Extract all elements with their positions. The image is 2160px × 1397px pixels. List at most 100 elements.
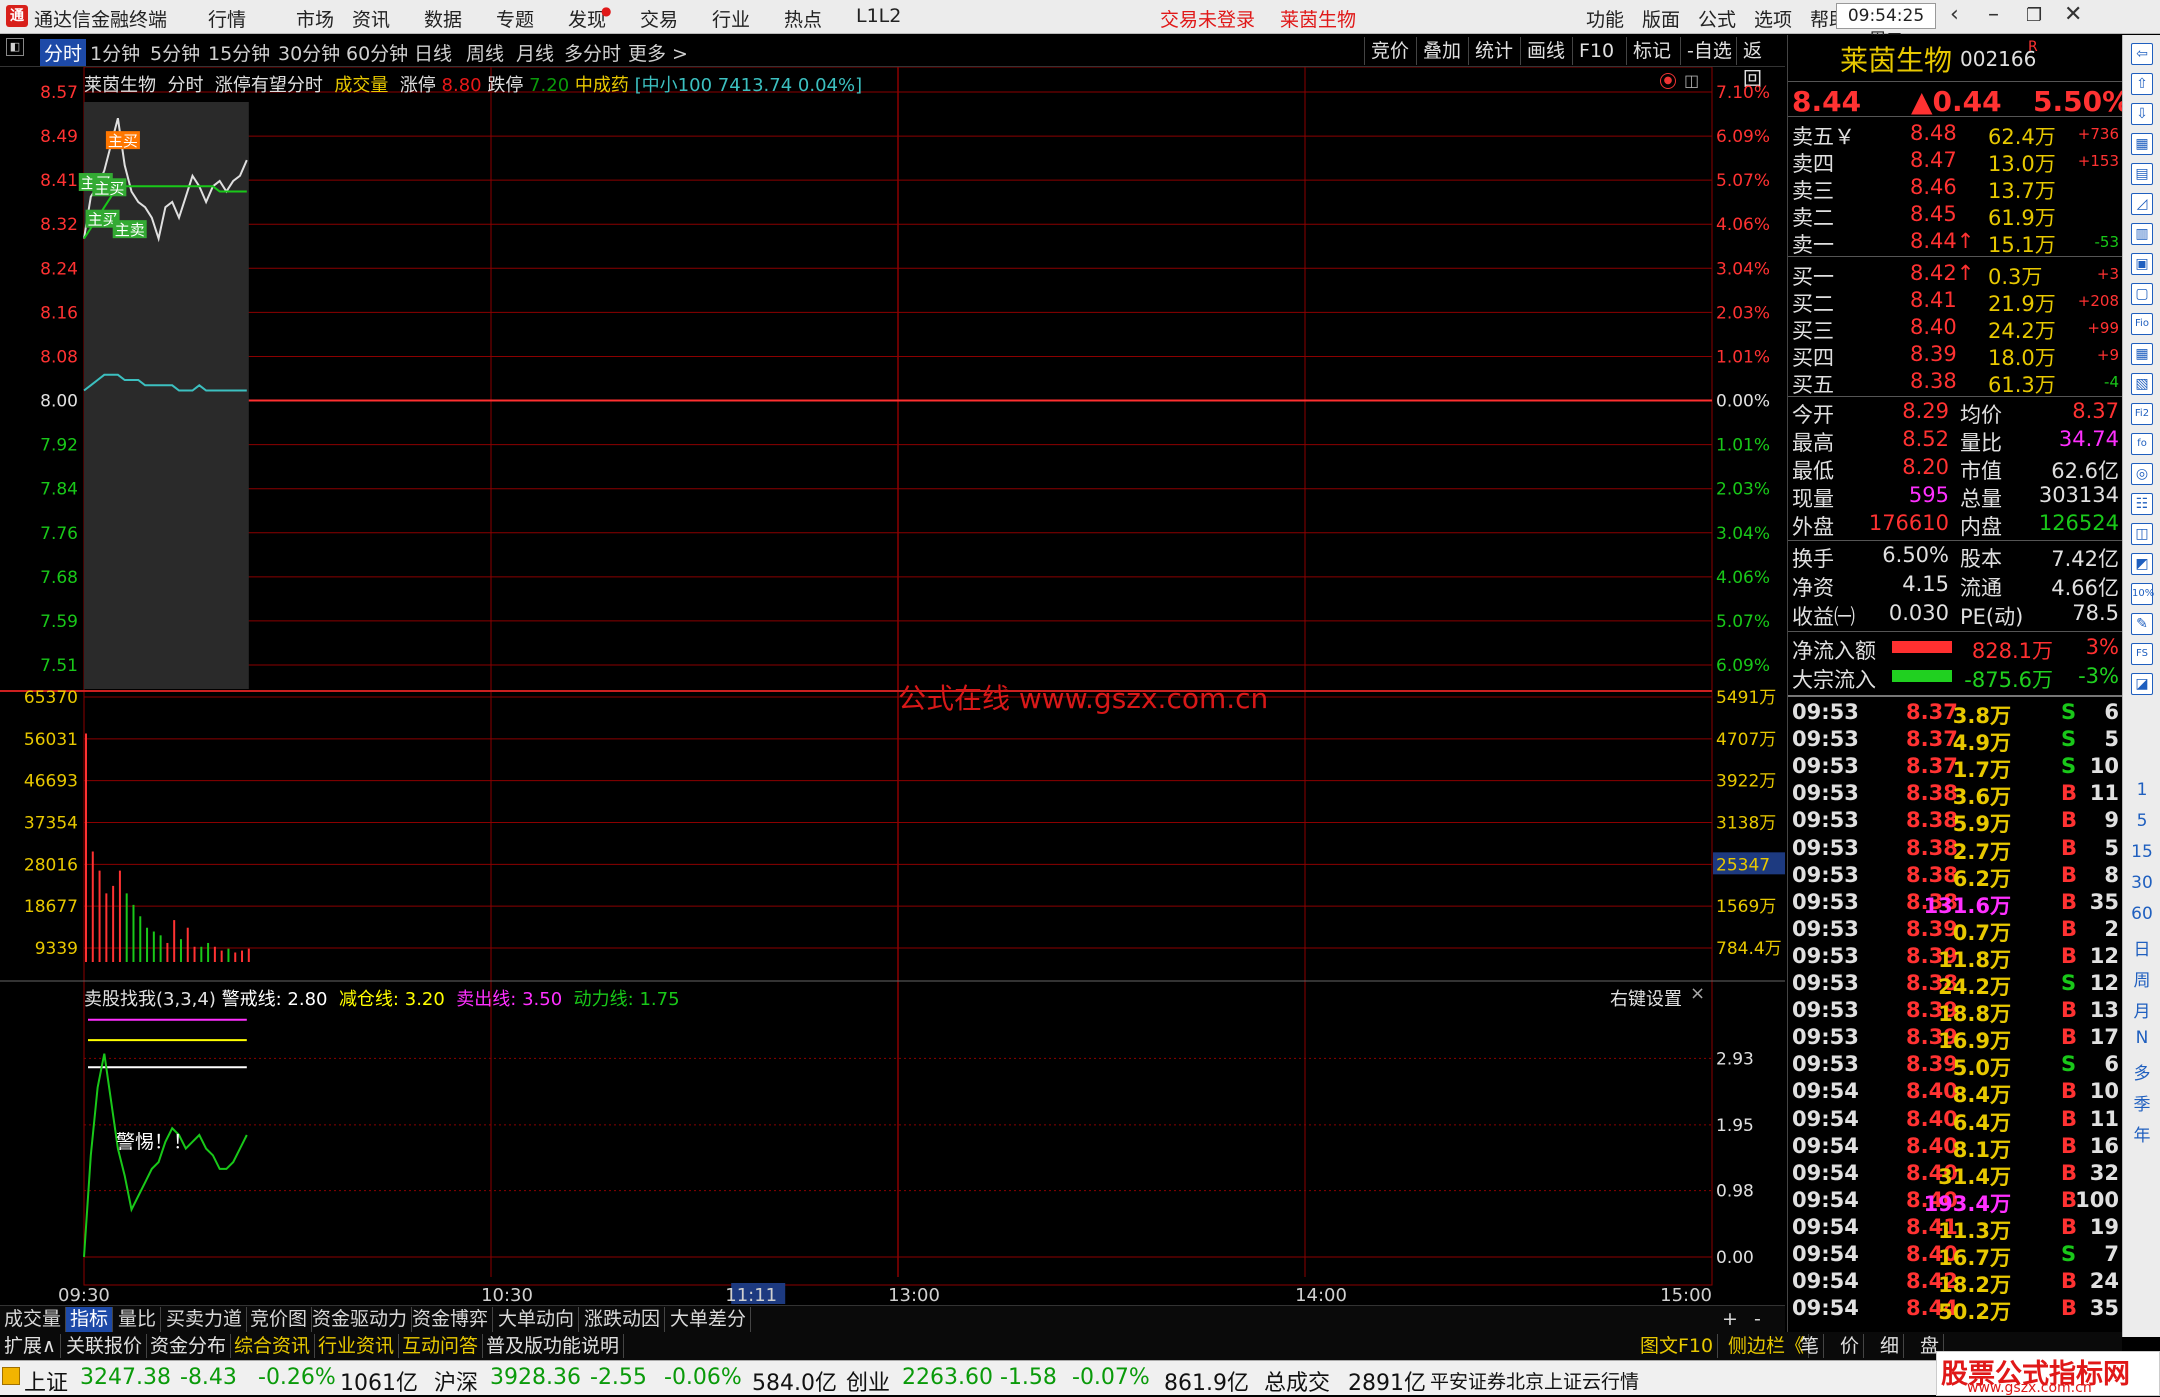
side-tool-icon-6[interactable]: ▥ (2131, 223, 2153, 245)
bids-row-0[interactable]: 买一 8.42↑ 0.3万 +3 (1788, 261, 2123, 289)
indicator-settings[interactable]: 右键设置 (1610, 985, 1682, 1011)
tool-3[interactable]: 画线 (1520, 37, 1571, 65)
indicator-tab-5[interactable]: 资金驱动力 (308, 1307, 413, 1332)
period-6[interactable]: 日线 (414, 39, 452, 66)
indicator-tab-8[interactable]: 涨跌动因 (580, 1307, 666, 1332)
side-tool-icon-10[interactable]: ▦ (2131, 343, 2153, 365)
tool-5[interactable]: 标记 (1626, 37, 1677, 65)
menu-1[interactable]: 市场 (296, 5, 334, 32)
period-10[interactable]: 更多 > (628, 39, 688, 66)
menu-2[interactable]: 资讯 (352, 5, 390, 32)
side-period-6[interactable]: 周 (2131, 966, 2153, 991)
side-tool-icon-5[interactable]: ◿ (2131, 193, 2153, 215)
tool-0[interactable]: 竞价 (1364, 37, 1415, 65)
side-tool-icon-7[interactable]: ▣ (2131, 253, 2153, 275)
tab-zoom-1[interactable]: - (1750, 1307, 1765, 1332)
restore-icon[interactable]: ❐ (2026, 5, 2042, 26)
asks-row-1[interactable]: 卖四 8.47 13.0万 +153 (1788, 148, 2123, 176)
side-tool-icon-3[interactable]: ▦ (2131, 133, 2153, 155)
side-tool-icon-21[interactable]: ◪ (2131, 673, 2153, 695)
side-tool-icon-14[interactable]: ◎ (2131, 463, 2153, 485)
side-tool-icon-19[interactable]: ✎ (2131, 613, 2153, 635)
period-7[interactable]: 周线 (466, 39, 504, 66)
menu-9[interactable]: L1L2 (856, 5, 901, 27)
period-5[interactable]: 60分钟 (346, 39, 408, 66)
info-tab-4[interactable]: 行业资讯 (314, 1334, 400, 1358)
period-8[interactable]: 月线 (516, 39, 554, 66)
side-tool-icon-13[interactable]: fo (2131, 433, 2153, 455)
menu-6[interactable]: 交易 (640, 5, 678, 32)
info-tab-3[interactable]: 综合资讯 (230, 1334, 316, 1358)
collapse-icon[interactable]: ◫ (1684, 71, 1699, 90)
side-tool-icon-16[interactable]: ◫ (2131, 523, 2153, 545)
indicator-tab-2[interactable]: 量比 (114, 1307, 162, 1332)
indicator-tab-7[interactable]: 大单动向 (494, 1307, 580, 1332)
side-tool-icon-11[interactable]: ▧ (2131, 373, 2153, 395)
side-tool-icon-12[interactable]: Fi2 (2131, 403, 2153, 425)
period-3[interactable]: 15分钟 (208, 39, 270, 66)
close-icon[interactable]: ✕ (2064, 2, 2082, 27)
tab-zoom-0[interactable]: + (1718, 1307, 1742, 1332)
asks-row-2[interactable]: 卖三 8.46 13.7万 (1788, 175, 2123, 203)
tool-6[interactable]: -自选 (1680, 37, 1738, 65)
panel-tab-3[interactable]: 价 (1836, 1334, 1865, 1358)
side-tool-icon-15[interactable]: ☷ (2131, 493, 2153, 515)
info-tab-1[interactable]: 关联报价 (62, 1334, 148, 1358)
menu-8[interactable]: 热点 (784, 5, 822, 32)
side-period-4[interactable]: 60 (2131, 904, 2153, 924)
period-4[interactable]: 30分钟 (278, 39, 340, 66)
side-tool-icon-18[interactable]: 10% (2131, 583, 2154, 605)
side-period-2[interactable]: 15 (2131, 842, 2153, 862)
side-period-10[interactable]: 季 (2131, 1090, 2153, 1115)
indicator-tab-3[interactable]: 买卖力道 (162, 1307, 248, 1332)
menu-right-1[interactable]: 版面 (1642, 5, 1680, 32)
indicator-tab-0[interactable]: 成交量 (0, 1307, 67, 1332)
info-tab-5[interactable]: 互动问答 (398, 1334, 484, 1358)
menu-right-2[interactable]: 公式 (1698, 5, 1736, 32)
side-tool-icon-0[interactable]: ⇦ (2131, 43, 2153, 65)
info-tab-2[interactable]: 资金分布 (146, 1334, 232, 1358)
side-period-3[interactable]: 30 (2131, 873, 2153, 893)
side-tool-icon-2[interactable]: ⇩ (2131, 103, 2153, 125)
side-tool-icon-9[interactable]: Fio (2131, 313, 2153, 335)
info-tab-6[interactable]: 普及版功能说明 (482, 1334, 625, 1358)
tool-4[interactable]: F10 (1572, 37, 1620, 65)
tool-2[interactable]: 统计 (1468, 37, 1519, 65)
bids-row-3[interactable]: 买四 8.39 18.0万 +9 (1788, 342, 2123, 370)
side-period-8[interactable]: N (2131, 1028, 2153, 1048)
info-tab-0[interactable]: 扩展∧ (0, 1334, 61, 1358)
side-tool-icon-1[interactable]: ⇧ (2131, 73, 2153, 95)
menu-3[interactable]: 数据 (424, 5, 462, 32)
asks-row-4[interactable]: 卖一 8.44↑ 15.1万 -53 (1788, 229, 2123, 257)
side-period-1[interactable]: 5 (2131, 811, 2153, 831)
tool-7[interactable]: 返回 (1736, 37, 1785, 90)
asks-row-3[interactable]: 卖二 8.45 61.9万 (1788, 202, 2123, 230)
menu-right-0[interactable]: 功能 (1586, 5, 1624, 32)
menu-0[interactable]: 行情 (208, 5, 246, 32)
menu-4[interactable]: 专题 (496, 5, 534, 32)
panel-tab-0[interactable]: 图文F10 (1636, 1334, 1719, 1358)
bids-row-4[interactable]: 买五 8.38 61.3万 -4 (1788, 369, 2123, 397)
side-tool-icon-4[interactable]: ▤ (2131, 163, 2153, 185)
side-tool-icon-20[interactable]: FS (2131, 643, 2153, 665)
panel-toggle-icon[interactable]: ◧ (6, 38, 24, 56)
back-arrow-icon[interactable]: ‹ (1950, 2, 1959, 27)
side-period-5[interactable]: 日 (2131, 935, 2153, 960)
menu-7[interactable]: 行业 (712, 5, 750, 32)
side-period-11[interactable]: 年 (2131, 1121, 2153, 1146)
bids-row-1[interactable]: 买二 8.41 21.9万 +208 (1788, 288, 2123, 316)
tool-1[interactable]: 叠加 (1416, 37, 1467, 65)
trade-login-status[interactable]: 交易未登录 (1160, 5, 1255, 32)
side-tool-icon-17[interactable]: ◩ (2131, 553, 2153, 575)
period-9[interactable]: 多分时 (564, 39, 621, 66)
period-1[interactable]: 1分钟 (90, 39, 140, 66)
indicator-tab-1[interactable]: 指标 (66, 1307, 114, 1332)
indicator-tab-9[interactable]: 大单差分 (666, 1307, 752, 1332)
panel-tab-2[interactable]: 笔 (1796, 1334, 1825, 1358)
period-2[interactable]: 5分钟 (150, 39, 200, 66)
indicator-close-icon[interactable]: × (1690, 983, 1705, 1004)
record-icon[interactable]: ● (1660, 73, 1676, 89)
menu-right-3[interactable]: 选项 (1754, 5, 1792, 32)
minimize-icon[interactable]: – (1988, 2, 1999, 27)
side-period-9[interactable]: 多 (2131, 1059, 2153, 1084)
